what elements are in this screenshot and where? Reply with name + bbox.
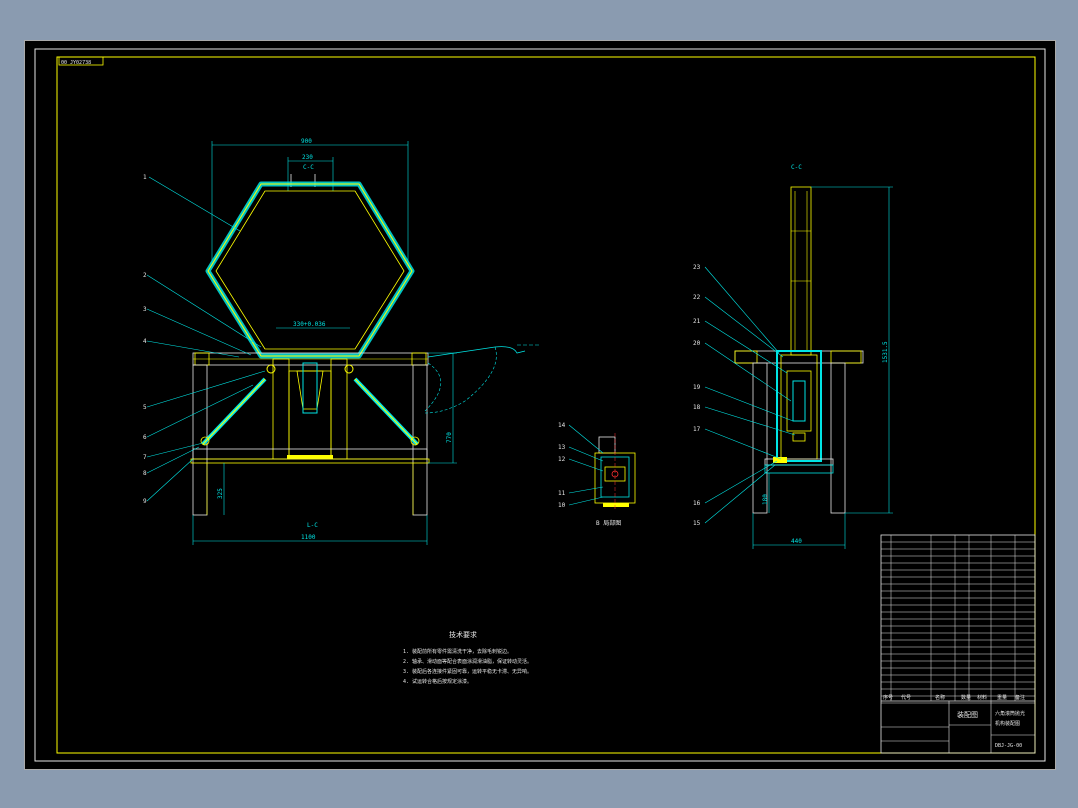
balloon-13: 13 bbox=[558, 444, 566, 451]
dim-side-width: 440 bbox=[791, 538, 802, 545]
dim-small-height: 325 bbox=[217, 488, 224, 499]
balloon-12: 12 bbox=[558, 456, 566, 463]
balloon-19: 19 bbox=[693, 384, 701, 391]
product-name-1: 六角滚筒抛光 bbox=[995, 710, 1025, 717]
dim-width-inner: 230 bbox=[302, 154, 313, 161]
cad-drawing: 00 JY02738 900 230 C-C 330+0.036 770 325… bbox=[34, 48, 1046, 762]
balloon-17: 17 bbox=[693, 426, 701, 433]
balloon-23: 23 bbox=[693, 264, 701, 271]
tech-requirements: 技术要求 1. 装配前所有零件需清洗干净，去除毛刺锐边。 2. 轴承、滑动面等配… bbox=[403, 630, 532, 685]
balloon-11: 11 bbox=[558, 490, 566, 497]
bom-header-no: 序号 bbox=[883, 694, 893, 701]
dim-side-low: 180 bbox=[762, 494, 769, 505]
tech-req-line-4: 4. 试运转合格后按规定涂漆。 bbox=[403, 678, 472, 685]
balloon-6: 6 bbox=[143, 434, 147, 441]
drawing-canvas: 00 JY02738 900 230 C-C 330+0.036 770 325… bbox=[24, 40, 1056, 770]
bom-header-material: 材料 bbox=[977, 694, 987, 701]
balloon-18: 18 bbox=[693, 404, 701, 411]
balloon-7: 7 bbox=[143, 454, 147, 461]
balloon-21: 21 bbox=[693, 318, 701, 325]
balloon-20: 20 bbox=[693, 340, 701, 347]
drawing-tag: 00 JY02738 bbox=[61, 60, 91, 66]
bom-header-note: 备注 bbox=[1015, 694, 1025, 701]
tech-req-line-3: 3. 装配后各连接件紧固可靠，运转平稳无卡滞、无异响。 bbox=[403, 668, 532, 675]
balloon-16: 16 bbox=[693, 500, 701, 507]
dim-height-main: 770 bbox=[446, 432, 453, 443]
balloon-8: 8 bbox=[143, 470, 147, 477]
section-cut-top: C-C bbox=[303, 164, 314, 171]
balloon-9: 9 bbox=[143, 498, 147, 505]
drawing-code: DBJ-JG-00 bbox=[995, 743, 1022, 749]
tech-req-line-1: 1. 装配前所有零件需清洗干净，去除毛刺锐边。 bbox=[403, 648, 512, 655]
dim-side-height: 1531.5 bbox=[882, 341, 889, 363]
detail-view: 14 13 12 11 10 B 局部图 bbox=[558, 422, 636, 527]
section-cut-bottom: L-C bbox=[307, 522, 318, 529]
balloon-5: 5 bbox=[143, 404, 147, 411]
detail-title: B 局部图 bbox=[596, 519, 621, 527]
product-name-2: 机构装配图 bbox=[995, 720, 1020, 727]
dim-width-top: 900 bbox=[301, 138, 312, 145]
balloon-3: 3 bbox=[143, 306, 147, 313]
drawing-name: 装配图 bbox=[957, 710, 978, 719]
dim-hex-bottom: 330+0.036 bbox=[293, 321, 326, 328]
inner-frame bbox=[56, 56, 1036, 754]
bom-header-name: 名称 bbox=[935, 694, 945, 701]
balloon-15: 15 bbox=[693, 520, 701, 527]
bom-header-qty: 数量 bbox=[961, 694, 971, 701]
dim-width-base: 1100 bbox=[301, 534, 316, 541]
bom-header-code: 代号 bbox=[901, 694, 911, 701]
balloon-14: 14 bbox=[558, 422, 566, 429]
balloon-22: 22 bbox=[693, 294, 701, 301]
side-view-title: C-C bbox=[791, 164, 802, 171]
tech-req-line-2: 2. 轴承、滑动面等配合表面涂润滑油脂，保证转动灵活。 bbox=[403, 658, 532, 665]
balloon-4: 4 bbox=[143, 338, 147, 345]
front-view: 900 230 C-C 330+0.036 770 325 1100 L-C 1… bbox=[143, 138, 541, 545]
balloon-1: 1 bbox=[143, 174, 147, 181]
balloon-10: 10 bbox=[558, 502, 566, 509]
side-view: C-C 1531.5 180 440 23 22 21 20 19 18 17 … bbox=[693, 164, 893, 549]
balloon-2: 2 bbox=[143, 272, 147, 279]
bom-header-weight: 重量 bbox=[997, 694, 1007, 701]
title-block: 序号 代号 名称 数量 材料 重量 备注 装配图 六角滚筒抛光 机构装配图 DB… bbox=[880, 534, 1036, 754]
tech-req-title: 技术要求 bbox=[449, 630, 477, 639]
